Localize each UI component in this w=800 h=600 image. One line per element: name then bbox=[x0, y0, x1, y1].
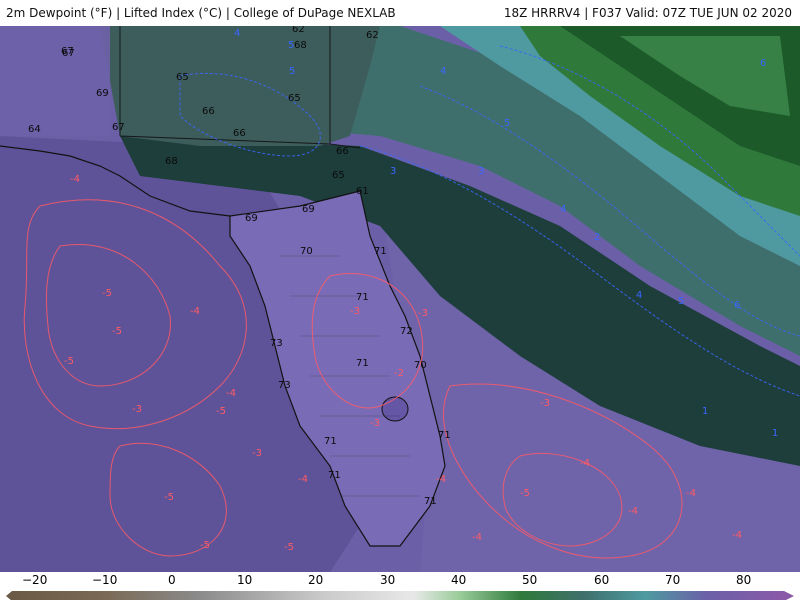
li-red-label: -4 bbox=[70, 174, 80, 185]
map-page: 2m Dewpoint (°F) | Lifted Index (°C) | C… bbox=[0, 0, 800, 600]
li-red-label: -5 bbox=[520, 488, 530, 499]
dewpoint-label: 70 bbox=[300, 246, 313, 257]
li-blue-label: 4 bbox=[636, 290, 642, 301]
legend-tick: 40 bbox=[451, 573, 466, 587]
li-blue-label: 4 bbox=[234, 28, 240, 39]
header-bar: 2m Dewpoint (°F) | Lifted Index (°C) | C… bbox=[0, 0, 800, 26]
li-red-label: -4 bbox=[732, 530, 742, 541]
dewpoint-label: 65 bbox=[176, 72, 189, 83]
dewpoint-label: 73 bbox=[270, 338, 283, 349]
legend-tick: −20 bbox=[22, 573, 47, 587]
dewpoint-label: 70 bbox=[414, 360, 427, 371]
dewpoint-label: 71 bbox=[356, 358, 369, 369]
li-red-label: -5 bbox=[284, 542, 294, 553]
weather-map-svg: 62 62 65 66 66 65 67 69 67 68 69 66 65 6… bbox=[0, 24, 800, 572]
legend-tick: 70 bbox=[665, 573, 680, 587]
li-red-label: -3 bbox=[132, 404, 142, 415]
lake-okeechobee bbox=[381, 396, 409, 422]
land-northwest bbox=[0, 26, 110, 136]
dewpoint-label: 65 bbox=[288, 93, 301, 104]
legend-tick: 60 bbox=[594, 573, 609, 587]
dewpoint-label: 61 bbox=[356, 186, 369, 197]
dewpoint-label: 66 bbox=[233, 128, 246, 139]
dewpoint-label: 71 bbox=[324, 436, 337, 447]
li-blue-label: 5 bbox=[289, 66, 295, 77]
dewpoint-label: 73 bbox=[278, 380, 291, 391]
dewpoint-label: 69 bbox=[245, 213, 258, 224]
header-left-title: 2m Dewpoint (°F) | Lifted Index (°C) | C… bbox=[6, 6, 396, 20]
li-blue-label: 4 bbox=[440, 66, 446, 77]
li-red-label: -5 bbox=[164, 492, 174, 503]
legend-tick: 80 bbox=[736, 573, 751, 587]
dewpoint-label: 64 bbox=[28, 124, 41, 135]
li-red-label: -5 bbox=[64, 356, 74, 367]
legend-tick: 30 bbox=[380, 573, 395, 587]
li-red-label: -4 bbox=[686, 488, 696, 499]
legend-bar bbox=[12, 591, 784, 600]
li-red-label: -4 bbox=[298, 474, 308, 485]
li-red-label: -4 bbox=[190, 306, 200, 317]
dewpoint-label: 72 bbox=[400, 326, 413, 337]
legend-svg: −20 −10 0 10 20 30 40 50 60 70 80 bbox=[6, 573, 794, 600]
li-red-label: -5 bbox=[102, 288, 112, 299]
li-blue-label: 5 bbox=[678, 296, 684, 307]
dewpoint-label: 66 bbox=[336, 146, 349, 157]
dewpoint-label: 68 bbox=[294, 40, 307, 51]
dewpoint-label: 67 bbox=[112, 122, 125, 133]
dewpoint-label: 67 bbox=[62, 48, 75, 59]
dewpoint-label: 71 bbox=[438, 430, 451, 441]
li-blue-label: 4 bbox=[560, 204, 566, 215]
li-blue-label: 2 bbox=[594, 232, 600, 243]
li-red-label: -3 bbox=[540, 398, 550, 409]
li-red-label: -4 bbox=[436, 474, 446, 485]
dewpoint-label: 66 bbox=[202, 106, 215, 117]
li-red-label: -5 bbox=[200, 540, 210, 551]
dewpoint-label: 69 bbox=[96, 88, 109, 99]
legend-tick: −10 bbox=[92, 573, 117, 587]
legend-tick: 10 bbox=[237, 573, 252, 587]
li-red-label: -2 bbox=[394, 368, 404, 379]
li-blue-label: 3 bbox=[478, 166, 484, 177]
li-red-label: -3 bbox=[350, 306, 360, 317]
li-blue-label: 5 bbox=[288, 40, 294, 51]
li-blue-label: 6 bbox=[760, 58, 766, 69]
dewpoint-label: 71 bbox=[356, 292, 369, 303]
dewpoint-label: 68 bbox=[165, 156, 178, 167]
li-blue-label: 1 bbox=[702, 406, 708, 417]
legend-tick: 50 bbox=[522, 573, 537, 587]
li-red-label: -5 bbox=[112, 326, 122, 337]
color-legend: −20 −10 0 10 20 30 40 50 60 70 80 bbox=[0, 572, 800, 600]
dewpoint-label: 71 bbox=[328, 470, 341, 481]
legend-tick: 0 bbox=[168, 573, 176, 587]
header-right-title: 18Z HRRRV4 | F037 Valid: 07Z TUE JUN 02 … bbox=[503, 6, 792, 20]
li-blue-label: 6 bbox=[734, 300, 740, 311]
legend-left-arrow bbox=[6, 591, 12, 600]
li-red-label: -4 bbox=[580, 458, 590, 469]
li-blue-label: 3 bbox=[390, 166, 396, 177]
legend-tick: 20 bbox=[308, 573, 323, 587]
li-red-label: -3 bbox=[418, 308, 428, 319]
li-red-label: -5 bbox=[216, 406, 226, 417]
dewpoint-label: 62 bbox=[292, 26, 305, 35]
dewpoint-label: 69 bbox=[302, 204, 315, 215]
legend-right-arrow bbox=[784, 591, 794, 600]
li-blue-label: 1 bbox=[772, 428, 778, 439]
dewpoint-label: 71 bbox=[424, 496, 437, 507]
li-red-label: -3 bbox=[370, 418, 380, 429]
weather-map: 62 62 65 66 66 65 67 69 67 68 69 66 65 6… bbox=[0, 24, 800, 572]
dewpoint-label: 62 bbox=[366, 30, 379, 41]
li-red-label: -4 bbox=[628, 506, 638, 517]
li-blue-label: 5 bbox=[504, 118, 510, 129]
li-red-label: -3 bbox=[252, 448, 262, 459]
dewpoint-label: 65 bbox=[332, 170, 345, 181]
li-red-label: -4 bbox=[226, 388, 236, 399]
dewpoint-label: 71 bbox=[374, 246, 387, 257]
li-red-label: -4 bbox=[472, 532, 482, 543]
